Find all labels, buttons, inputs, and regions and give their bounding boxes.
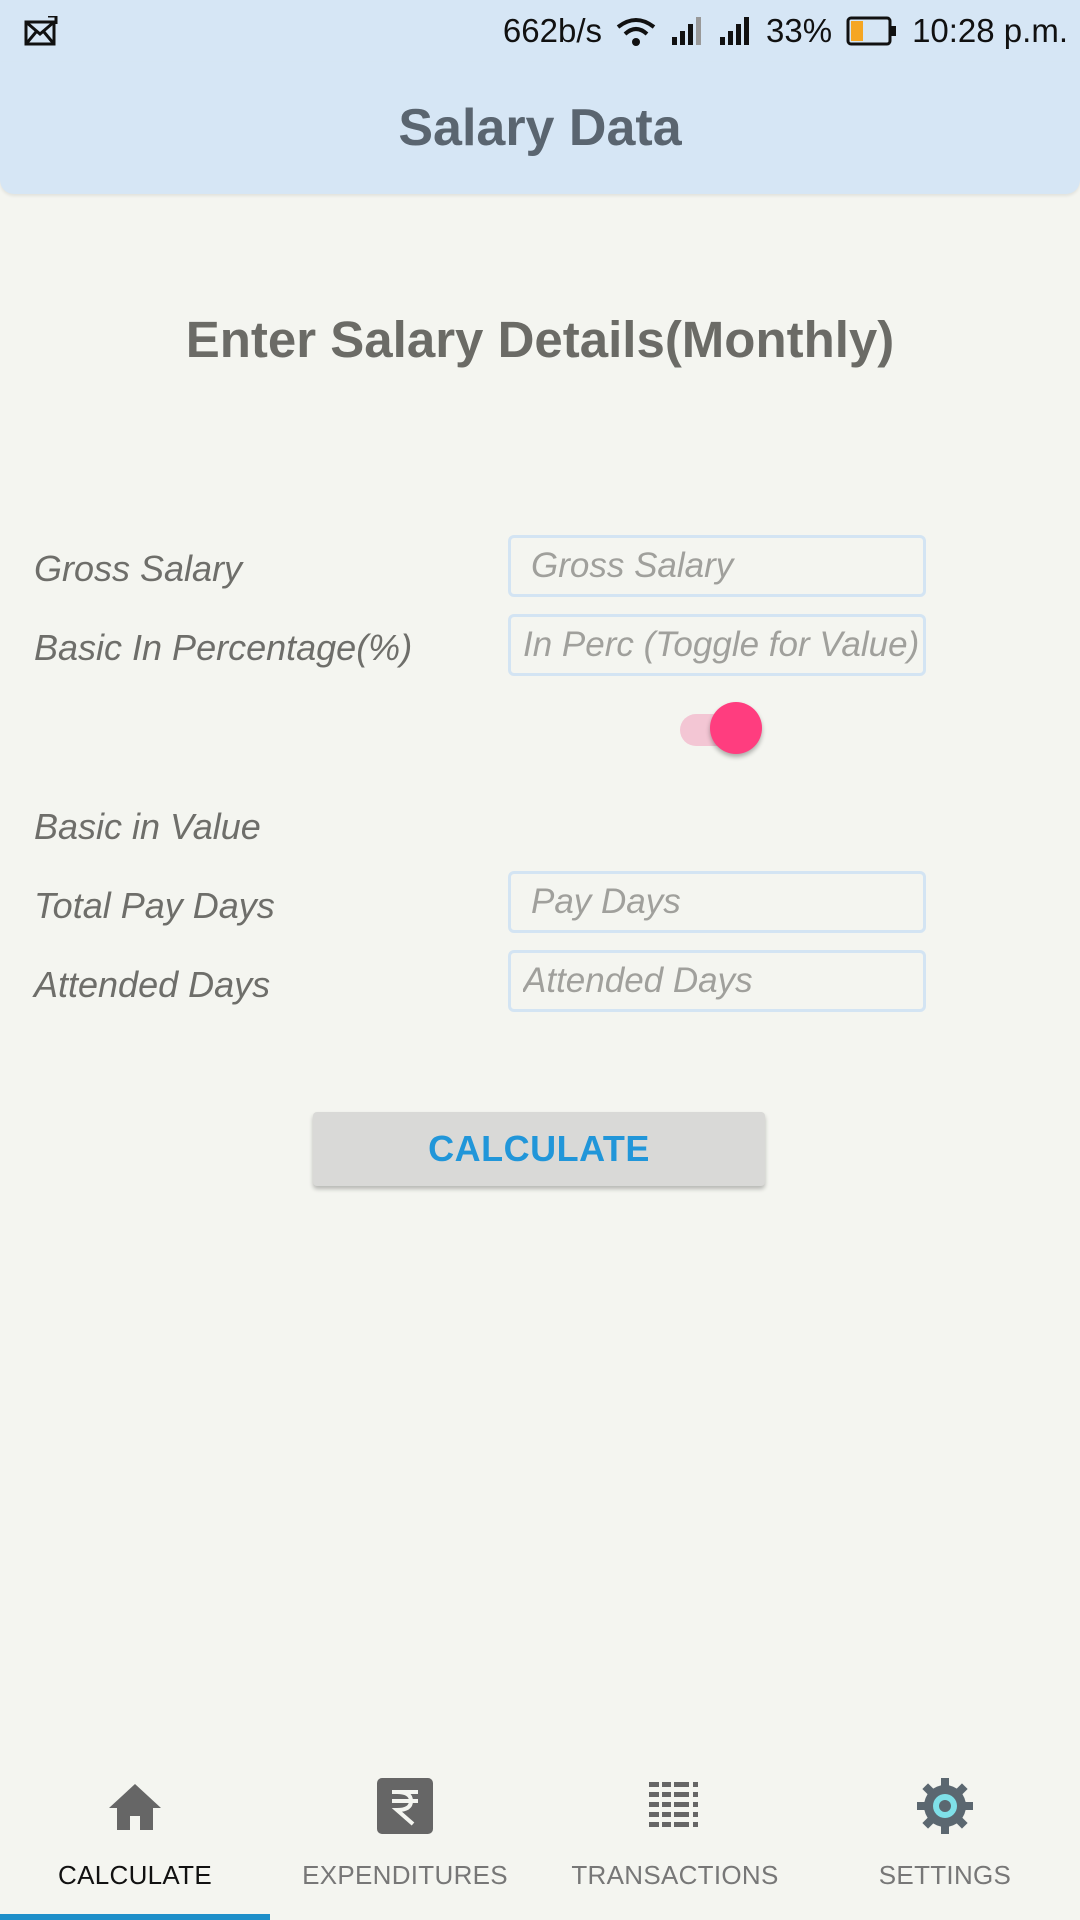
basic-value-label: Basic in Value <box>34 806 261 847</box>
app-title: Salary Data <box>398 99 682 157</box>
basic-percentage-input[interactable] <box>511 625 923 665</box>
gross-salary-field <box>508 535 926 597</box>
nav-item-expenditures[interactable]: EXPENDITURES <box>270 1760 540 1920</box>
nav-item-calculate[interactable]: CALCULATE <box>0 1760 270 1920</box>
nav-label-transactions: TRANSACTIONS <box>571 1860 779 1890</box>
rupee-icon <box>377 1778 433 1834</box>
nav-item-transactions[interactable]: TRANSACTIONS <box>540 1760 810 1920</box>
active-tab-indicator <box>0 1914 270 1920</box>
nav-label-expenditures: EXPENDITURES <box>302 1860 508 1890</box>
wifi-icon <box>616 18 656 46</box>
signal-icon <box>672 17 701 45</box>
attended-days-field <box>508 950 926 1012</box>
gear-icon <box>917 1778 973 1834</box>
clock: 10:28 p.m. <box>912 12 1068 49</box>
toggle-thumb <box>710 702 762 754</box>
pay-days-label: Total Pay Days <box>34 885 275 926</box>
nav-label-settings: SETTINGS <box>878 1860 1012 1890</box>
nav-item-settings[interactable]: SETTINGS <box>810 1760 1080 1920</box>
network-speed: 662b/s <box>502 12 602 49</box>
basic-percentage-field <box>508 614 926 676</box>
pay-days-field <box>508 871 926 933</box>
basic-mode-toggle[interactable] <box>678 698 762 758</box>
app-bar: Salary Data <box>0 62 1080 194</box>
basic-percentage-label: Basic In Percentage(%) <box>34 627 413 668</box>
status-indicators: 662b/s 33% 10:28 p.m. <box>503 10 1068 52</box>
attended-days-input[interactable] <box>511 961 923 1001</box>
notification-icon <box>24 16 58 46</box>
gross-salary-input[interactable] <box>511 546 923 586</box>
calculate-button[interactable]: CALCULATE <box>313 1112 765 1186</box>
signal-icon <box>720 17 749 45</box>
status-bar: 662b/s 33% 10:28 p.m. <box>0 0 1080 62</box>
battery-percent: 33% <box>766 12 833 49</box>
battery-icon <box>846 16 898 46</box>
list-icon <box>649 1780 698 1830</box>
nav-label-calculate: CALCULATE <box>58 1860 212 1890</box>
gross-salary-label: Gross Salary <box>34 548 243 589</box>
section-title: Enter Salary Details(Monthly) <box>185 311 895 368</box>
bottom-navigation: CALCULATE EXPENDITURES TRANSACTIONS SETT… <box>0 1760 1080 1920</box>
pay-days-input[interactable] <box>511 882 923 922</box>
home-icon <box>109 1784 161 1830</box>
attended-days-label: Attended Days <box>34 964 271 1005</box>
